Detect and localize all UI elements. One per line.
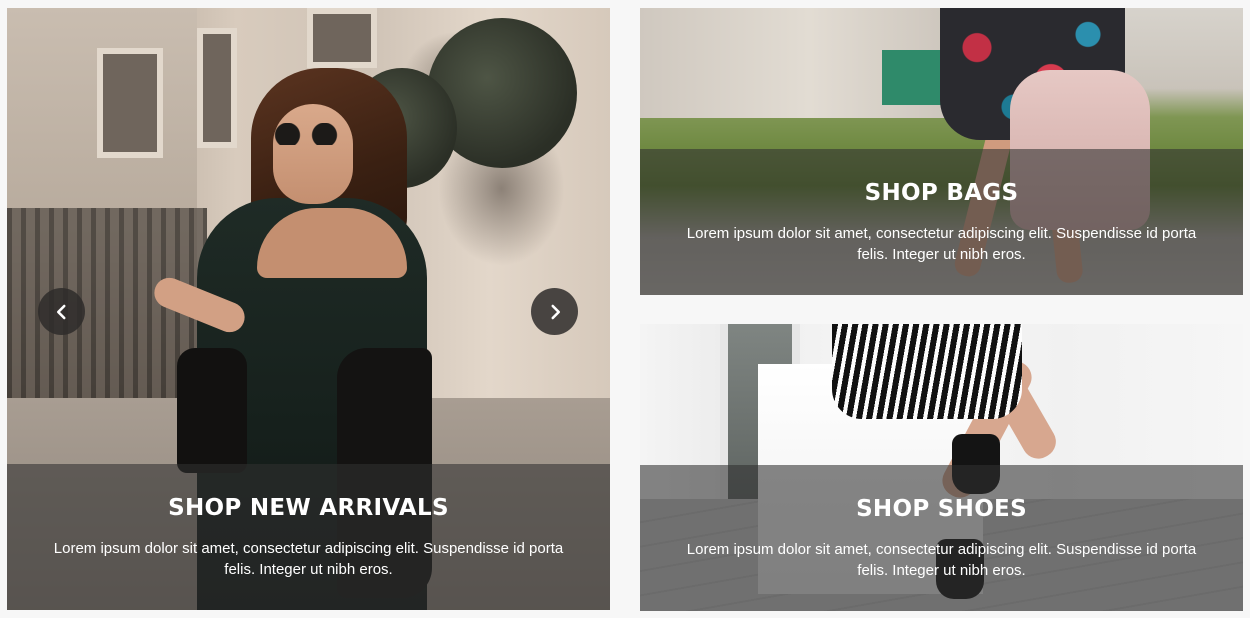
promo-bags[interactable]: SHOP BAGS Lorem ipsum dolor sit amet, co… <box>640 8 1243 295</box>
bags-title[interactable]: SHOP BAGS <box>865 180 1019 206</box>
new-arrivals-description: Lorem ipsum dolor sit amet, consectetur … <box>53 540 564 578</box>
new-arrivals-title[interactable]: SHOP NEW ARRIVALS <box>168 495 449 521</box>
shoes-overlay: SHOP SHOES Lorem ipsum dolor sit amet, c… <box>640 465 1243 611</box>
chevron-left-icon <box>56 304 66 319</box>
shoes-title[interactable]: SHOP SHOES <box>856 496 1027 522</box>
carousel-prev-button[interactable] <box>38 288 85 335</box>
bags-description: Lorem ipsum dolor sit amet, consectetur … <box>686 225 1197 263</box>
bags-overlay: SHOP BAGS Lorem ipsum dolor sit amet, co… <box>640 149 1243 295</box>
shoes-description: Lorem ipsum dolor sit amet, consectetur … <box>686 541 1197 579</box>
chevron-right-icon <box>550 304 560 319</box>
promo-shoes[interactable]: SHOP SHOES Lorem ipsum dolor sit amet, c… <box>640 324 1243 611</box>
new-arrivals-overlay: SHOP NEW ARRIVALS Lorem ipsum dolor sit … <box>7 464 610 610</box>
carousel-next-button[interactable] <box>531 288 578 335</box>
promo-new-arrivals[interactable]: SHOP NEW ARRIVALS Lorem ipsum dolor sit … <box>7 8 610 610</box>
